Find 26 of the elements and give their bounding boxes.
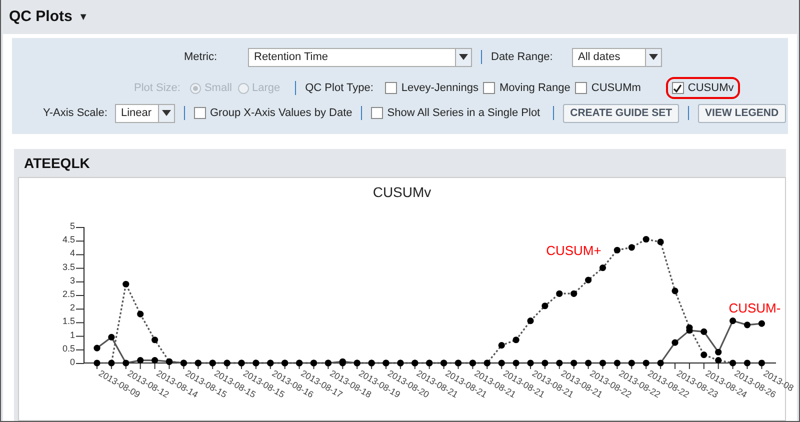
y-tick-label: 4.5 <box>62 234 75 245</box>
y-tick-label: 2.5 <box>62 289 75 299</box>
checkbox-label: CUSUMv <box>688 80 734 96</box>
y-tick-label: 5 <box>70 221 75 231</box>
y-tick-label: 4 <box>70 248 75 258</box>
field-label: Y-Axis Scale: <box>43 106 108 121</box>
series-label: CUSUM+ <box>546 243 602 258</box>
y-tick-label: 2 <box>70 302 75 313</box>
field-label: Metric: <box>184 50 218 65</box>
page-title: QC Plots <box>9 6 72 27</box>
checkbox-label: Moving Range <box>499 80 570 96</box>
checkbox-label: Levey-Jennings <box>401 80 478 96</box>
checkbox-label: Group X-Axis Values by Date <box>210 106 352 121</box>
y-tick-label: 0.5 <box>62 343 75 354</box>
y-tick-label: 0 <box>70 357 75 367</box>
field-label: QC Plot Type: <box>305 80 374 96</box>
y-tick-label: 3.5 <box>62 262 75 272</box>
y-tick-label: 1.5 <box>62 316 75 326</box>
checkbox-label: Show All Series in a Single Plot <box>387 106 540 121</box>
series-label: CUSUM- <box>728 300 781 316</box>
field-label: Date Range: <box>491 50 554 65</box>
y-tick-label: 3 <box>70 275 75 286</box>
chart-title: CUSUMv <box>372 184 432 200</box>
y-tick-label: 1 <box>70 330 75 340</box>
panel-title: ATEEQLK <box>24 154 90 173</box>
checkbox-label: CUSUMm <box>591 80 641 96</box>
